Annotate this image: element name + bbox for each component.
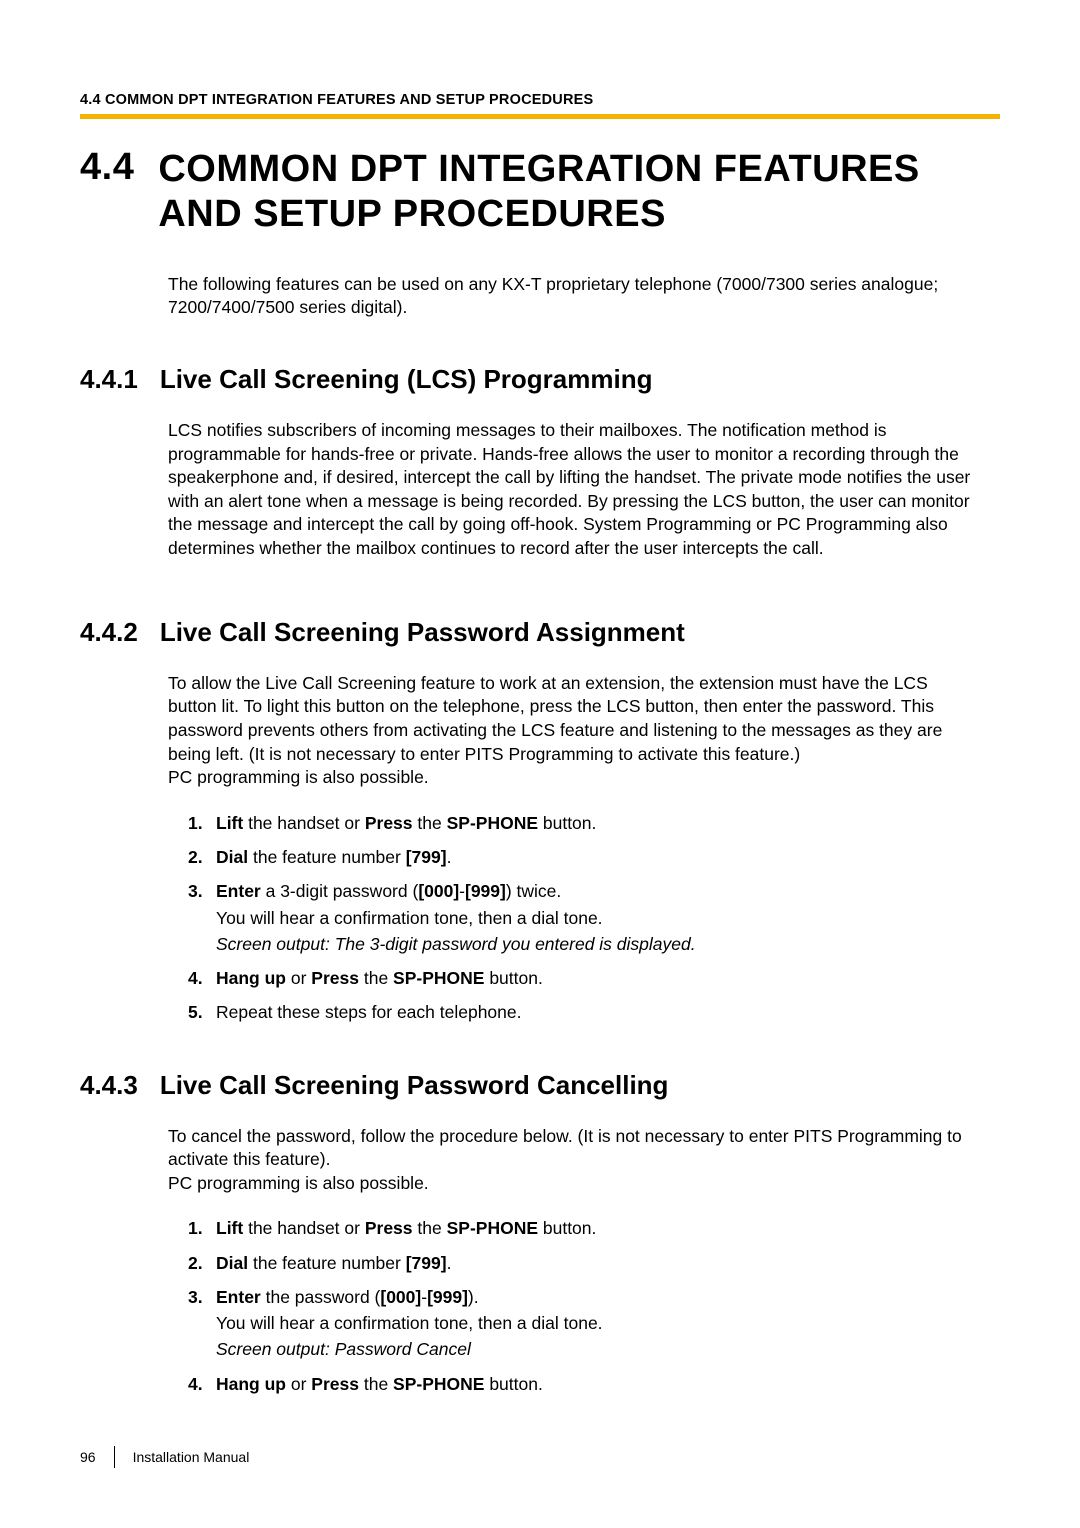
step-2: Dial the feature number [799]. (188, 844, 978, 870)
step-text: the feature number (248, 847, 406, 867)
page: 4.4 COMMON DPT INTEGRATION FEATURES AND … (0, 0, 1080, 1528)
section-number: 4.4 (80, 147, 134, 189)
step-keyword: Enter (216, 881, 261, 901)
step-text: . (447, 847, 452, 867)
step-1: Lift the handset or Press the SP-PHONE b… (188, 810, 978, 836)
step-4: Hang up or Press the SP-PHONE button. (188, 1371, 978, 1397)
footer-separator (114, 1446, 115, 1468)
step-text: the handset or (243, 1218, 365, 1238)
step-keyword: [999] (427, 1287, 468, 1307)
subsection-number: 4.4.3 (80, 1070, 138, 1101)
step-keyword: Dial (216, 847, 248, 867)
subsection-number: 4.4.2 (80, 617, 138, 648)
page-number: 96 (80, 1449, 96, 1465)
steps-442: Lift the handset or Press the SP-PHONE b… (188, 810, 978, 1026)
step-text: or (286, 1374, 311, 1394)
step-text: the (413, 1218, 447, 1238)
step-text: button. (538, 1218, 596, 1238)
step-keyword: SP-PHONE (447, 1218, 538, 1238)
step-text: ) twice. (506, 881, 561, 901)
step-keyword: Enter (216, 1287, 261, 1307)
step-keyword: Lift (216, 813, 243, 833)
step-keyword: Press (365, 813, 413, 833)
step-keyword: SP-PHONE (447, 813, 538, 833)
footer-label: Installation Manual (133, 1449, 250, 1465)
step-text: the password ( (261, 1287, 381, 1307)
page-footer: 96 Installation Manual (80, 1446, 249, 1468)
subsection-number: 4.4.1 (80, 364, 138, 395)
subsection-441-heading: 4.4.1 Live Call Screening (LCS) Programm… (80, 364, 1000, 395)
step-keyword: Hang up (216, 1374, 286, 1394)
section-title: COMMON DPT INTEGRATION FEATURES AND SETU… (158, 147, 1000, 237)
step-text: the (359, 1374, 393, 1394)
step-sub: You will hear a confirmation tone, then … (216, 905, 978, 931)
step-text: . (447, 1253, 452, 1273)
step-text: or (286, 968, 311, 988)
step-2: Dial the feature number [799]. (188, 1250, 978, 1276)
step-keyword: [000] (418, 881, 459, 901)
step-keyword: [799] (406, 847, 447, 867)
subsection-title: Live Call Screening Password Assignment (160, 617, 685, 648)
steps-443: Lift the handset or Press the SP-PHONE b… (188, 1215, 978, 1397)
step-text: button. (484, 1374, 542, 1394)
running-head: 4.4 COMMON DPT INTEGRATION FEATURES AND … (80, 92, 1000, 108)
step-keyword: Hang up (216, 968, 286, 988)
step-text: button. (538, 813, 596, 833)
header-rule (80, 114, 1000, 119)
step-keyword: SP-PHONE (393, 968, 484, 988)
step-keyword: SP-PHONE (393, 1374, 484, 1394)
step-screen-output: Screen output: Password Cancel (216, 1336, 978, 1362)
step-keyword: Lift (216, 1218, 243, 1238)
step-1: Lift the handset or Press the SP-PHONE b… (188, 1215, 978, 1241)
step-4: Hang up or Press the SP-PHONE button. (188, 965, 978, 991)
subsection-title: Live Call Screening (LCS) Programming (160, 364, 653, 395)
step-text: the handset or (243, 813, 365, 833)
subsection-443-para: To cancel the password, follow the proce… (168, 1125, 978, 1196)
subsection-442-para: To allow the Live Call Screening feature… (168, 672, 978, 790)
step-3: Enter the password ([000]-[999]). You wi… (188, 1284, 978, 1363)
step-keyword: Press (311, 968, 359, 988)
step-screen-output: Screen output: The 3-digit password you … (216, 931, 978, 957)
step-text: the (413, 813, 447, 833)
step-keyword: Press (311, 1374, 359, 1394)
step-5: Repeat these steps for each telephone. (188, 999, 978, 1025)
step-text: ). (468, 1287, 479, 1307)
step-keyword: [799] (406, 1253, 447, 1273)
step-keyword: [000] (380, 1287, 421, 1307)
subsection-443-heading: 4.4.3 Live Call Screening Password Cance… (80, 1070, 1000, 1101)
step-text: button. (484, 968, 542, 988)
subsection-442-heading: 4.4.2 Live Call Screening Password Assig… (80, 617, 1000, 648)
step-keyword: Dial (216, 1253, 248, 1273)
subsection-441-para: LCS notifies subscribers of incoming mes… (168, 419, 978, 561)
step-text: the feature number (248, 1253, 406, 1273)
intro-paragraph: The following features can be used on an… (168, 273, 978, 320)
step-keyword: [999] (465, 881, 506, 901)
step-keyword: Press (365, 1218, 413, 1238)
step-sub: You will hear a confirmation tone, then … (216, 1310, 978, 1336)
step-text: the (359, 968, 393, 988)
step-text: a 3-digit password ( (261, 881, 419, 901)
step-3: Enter a 3-digit password ([000]-[999]) t… (188, 878, 978, 957)
section-heading: 4.4 COMMON DPT INTEGRATION FEATURES AND … (80, 147, 1000, 237)
subsection-title: Live Call Screening Password Cancelling (160, 1070, 669, 1101)
